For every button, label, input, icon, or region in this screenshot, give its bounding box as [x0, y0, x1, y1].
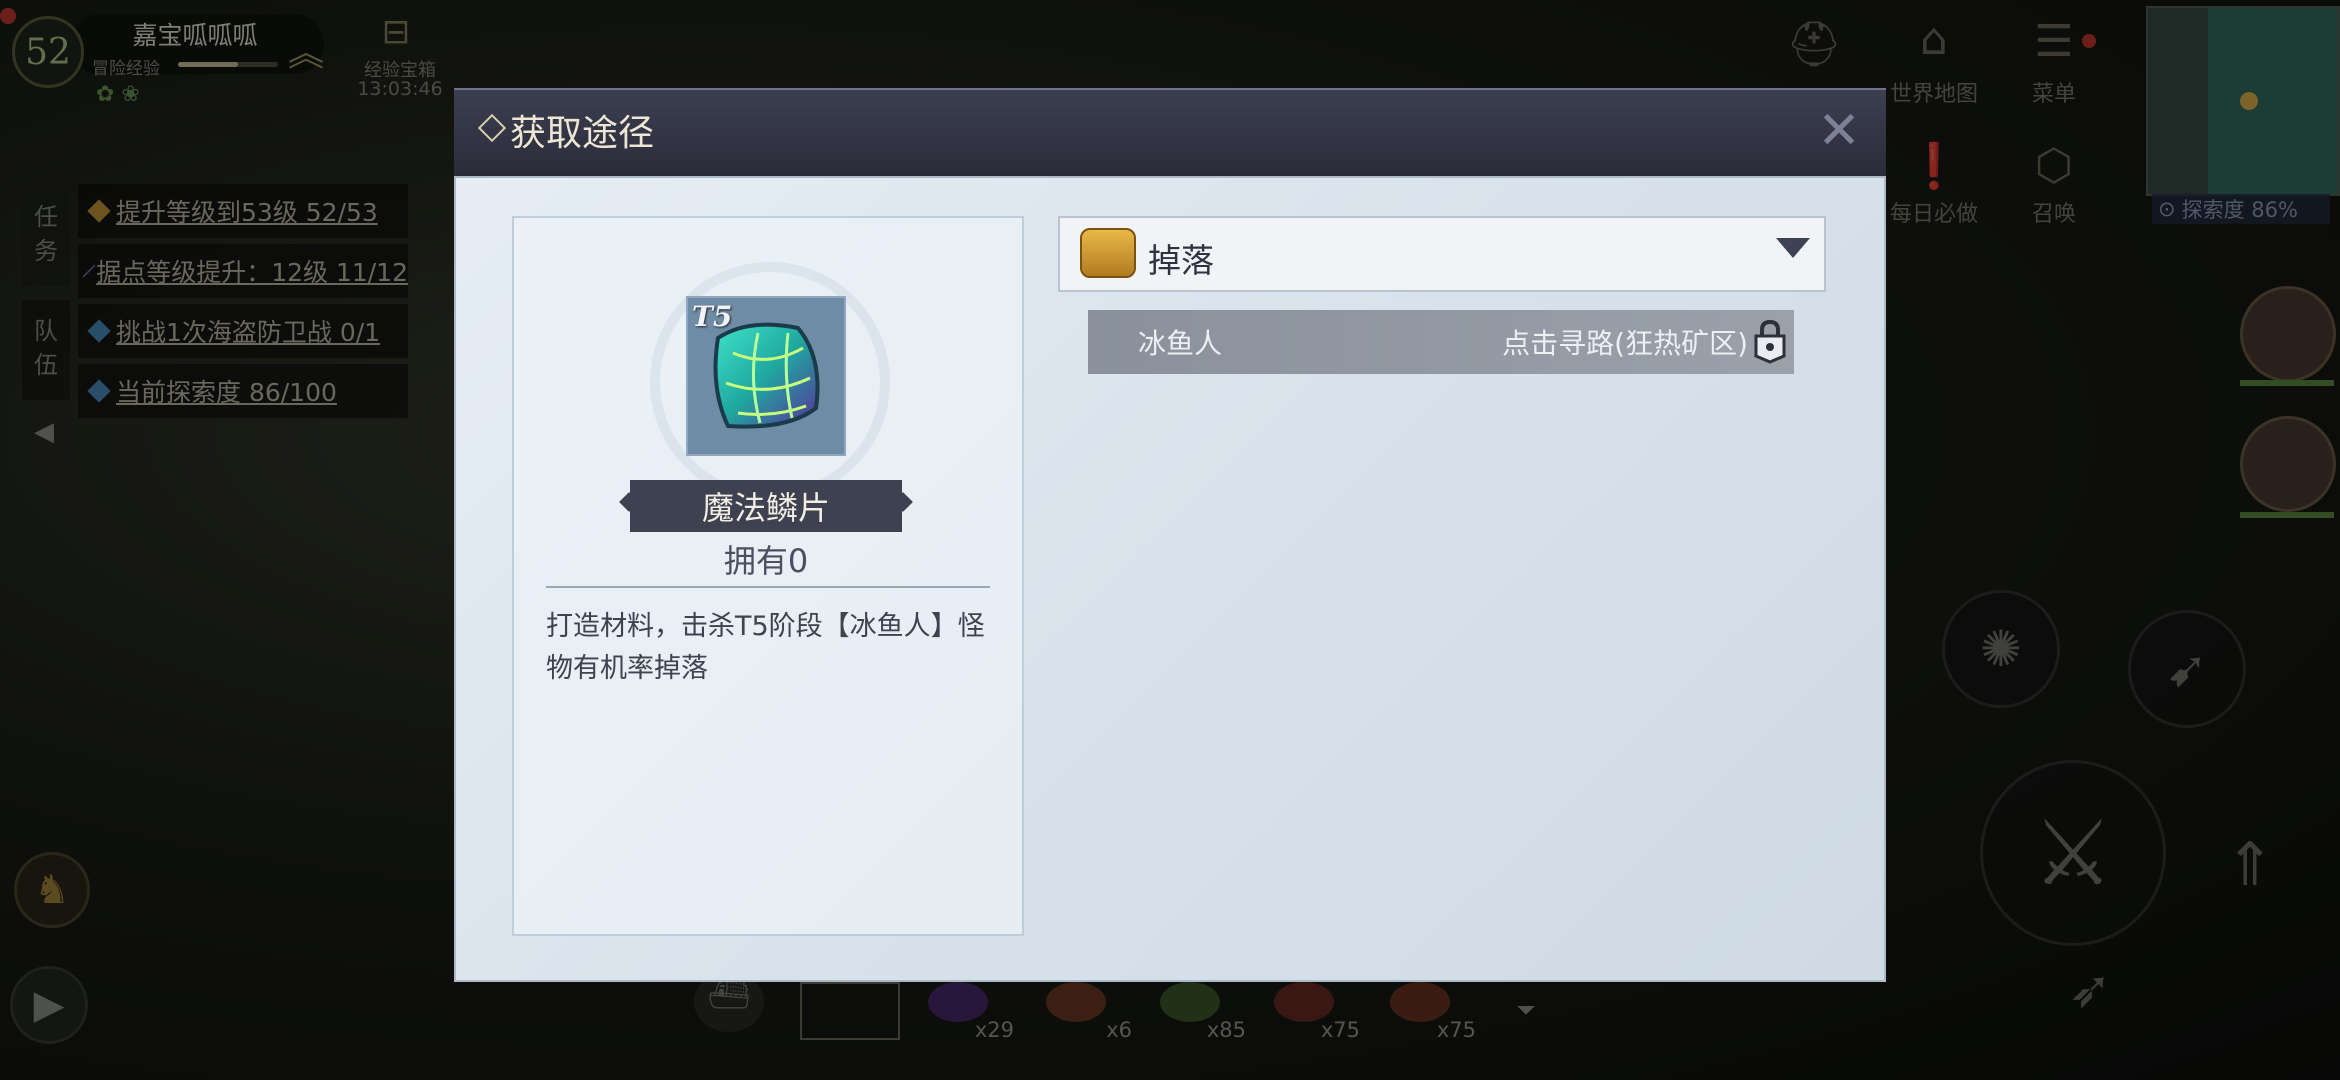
tier-badge: T5 — [692, 300, 733, 333]
item-description: 打造材料，击杀T5阶段【冰鱼人】怪物有机率掉落 — [546, 611, 985, 684]
item-name: 魔法鳞片 — [630, 480, 902, 532]
owned-count: 拥有0 — [723, 542, 809, 580]
source-category-label: 掉落 — [1148, 241, 1214, 280]
dialog-title: 获取途径 — [510, 113, 655, 154]
close-icon: ✕ — [1817, 101, 1861, 161]
close-button[interactable]: ✕ — [1808, 100, 1870, 162]
pathfind-link[interactable]: 点击寻路(狂热矿区) — [1460, 322, 1748, 362]
chevron-down-icon[interactable] — [1776, 238, 1810, 258]
source-monster: 冰鱼人 — [1138, 327, 1223, 360]
dialog-header — [454, 88, 1886, 178]
divider — [546, 586, 990, 588]
lock-icon — [1754, 319, 1786, 364]
treasure-chest-icon — [1080, 228, 1136, 278]
